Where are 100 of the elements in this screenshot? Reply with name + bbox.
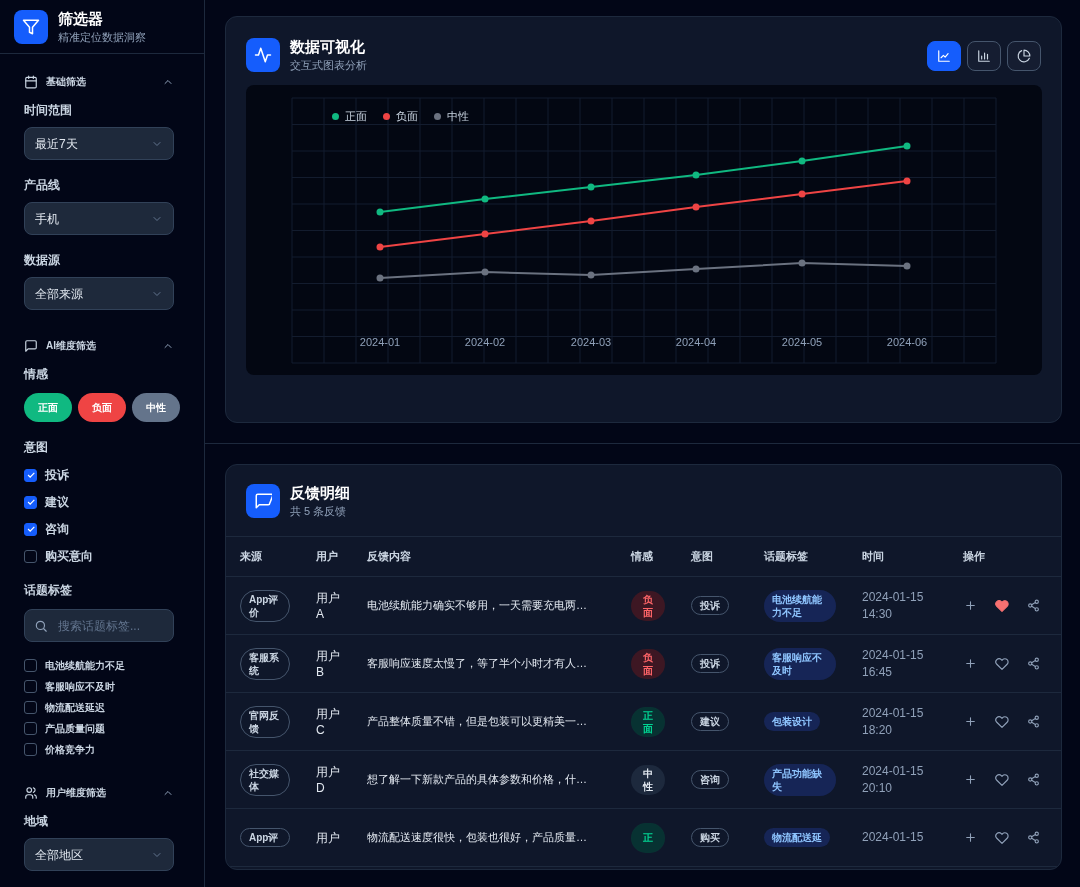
dropdown[interactable]: 全部来源 xyxy=(24,277,174,310)
checkbox[interactable] xyxy=(24,701,37,714)
topic-tag: 物流配送延 xyxy=(764,828,830,847)
sentiment-chip[interactable]: 中性 xyxy=(132,393,180,422)
line-chart-icon xyxy=(937,49,951,63)
plus-icon[interactable] xyxy=(963,656,978,671)
checkbox[interactable] xyxy=(24,549,37,563)
section-title: AI维度筛选 xyxy=(46,339,96,353)
column-header: 情感 xyxy=(631,549,654,565)
timestamp: 2024-01-15 14:30 xyxy=(862,588,925,623)
pie-chart-icon xyxy=(1017,49,1031,63)
field-label: 话题标签 xyxy=(24,582,73,599)
checkbox[interactable] xyxy=(24,495,37,509)
checkmark-icon xyxy=(25,524,36,534)
checkbox[interactable] xyxy=(24,468,37,482)
heart-icon[interactable] xyxy=(994,597,1010,614)
plus-icon[interactable] xyxy=(963,830,978,845)
checkbox-label: 价格竞争力 xyxy=(45,743,95,757)
sentiment-chip[interactable]: 负面 xyxy=(78,393,126,422)
section-title: 用户维度筛选 xyxy=(46,786,106,800)
bar-chart-button[interactable] xyxy=(967,41,1001,71)
column-header: 反馈内容 xyxy=(367,549,412,565)
dropdown[interactable]: 最近7天 xyxy=(24,127,174,160)
pie-chart-button[interactable] xyxy=(1007,41,1041,71)
timestamp: 2024-01-15 16:45 xyxy=(862,646,925,681)
heart-icon[interactable] xyxy=(994,771,1010,788)
axis-label: 2024-04 xyxy=(674,335,718,350)
checkmark-icon xyxy=(25,470,36,480)
panel-subtitle: 共 5 条反馈 xyxy=(290,503,348,519)
field-label: 情感 xyxy=(24,366,49,383)
panel-title: 反馈明细 xyxy=(290,482,350,503)
user-name: 用户A xyxy=(316,589,341,622)
topic-tag: 产品功能缺失 xyxy=(764,763,836,796)
section-title: 基础筛选 xyxy=(46,75,86,89)
timestamp: 2024-01-15 20:10 xyxy=(862,762,925,797)
axis-label: 2024-06 xyxy=(885,335,929,350)
users-icon xyxy=(24,785,38,800)
search-icon xyxy=(34,619,48,633)
checkbox-label: 投诉 xyxy=(45,467,69,484)
column-header: 来源 xyxy=(240,549,263,565)
checkbox[interactable] xyxy=(24,680,37,693)
timestamp: 2024-01-15 18:20 xyxy=(862,704,925,739)
user-name: 用户B xyxy=(316,647,341,680)
topic-tag: 包装设计 xyxy=(764,712,820,731)
field-label: 时间范围 xyxy=(24,102,73,119)
plus-icon[interactable] xyxy=(963,772,978,787)
sidebar-subtitle: 精准定位数据洞察 xyxy=(58,29,146,45)
feedback-text: 想了解一下新款产品的具体参数和价格，什… xyxy=(367,772,587,788)
legend-label: 正面 xyxy=(345,109,367,124)
field-label: 产品线 xyxy=(24,177,61,194)
checkbox[interactable] xyxy=(24,743,37,756)
line-chart-button[interactable] xyxy=(927,41,961,71)
sentiment-tag: 中性 xyxy=(631,764,665,795)
feedback-text: 电池续航能力确实不够用，一天需要充电两… xyxy=(367,598,587,614)
field-label: 数据源 xyxy=(24,252,61,269)
feedback-text: 物流配送速度很快，包装也很好，产品质量… xyxy=(367,830,587,846)
heart-icon[interactable] xyxy=(994,829,1010,846)
topic-tag: 客服响应不及时 xyxy=(764,647,836,680)
column-header: 用户 xyxy=(316,549,339,565)
sentiment-tag: 负面 xyxy=(631,590,665,621)
chat-bubble-icon xyxy=(24,338,38,353)
sidebar-title: 筛选器 xyxy=(58,8,104,29)
checkbox-label: 购买意向 xyxy=(45,548,93,565)
checkbox-label: 电池续航能力不足 xyxy=(45,659,125,673)
user-name: 用户 xyxy=(316,829,341,846)
dropdown[interactable]: 全部地区 xyxy=(24,838,174,871)
checkbox[interactable] xyxy=(24,722,37,735)
feedback-text: 客服响应速度太慢了，等了半个小时才有人… xyxy=(367,656,587,672)
dropdown[interactable]: 手机 xyxy=(24,202,174,235)
column-header: 操作 xyxy=(963,549,986,565)
checkbox-label: 咨询 xyxy=(45,521,69,538)
axis-label: 2024-03 xyxy=(569,335,613,350)
user-name: 用户C xyxy=(316,705,341,738)
share-icon[interactable] xyxy=(1026,656,1041,671)
checkbox-label: 客服响应不及时 xyxy=(45,680,115,694)
share-icon[interactable] xyxy=(1026,714,1041,729)
checkbox[interactable] xyxy=(24,659,37,672)
checkbox-label: 产品质量问题 xyxy=(45,722,105,736)
sentiment-tag: 正面 xyxy=(631,706,665,737)
panel-subtitle: 交互式图表分析 xyxy=(290,58,367,73)
plus-icon[interactable] xyxy=(963,714,978,729)
heart-icon[interactable] xyxy=(994,655,1010,672)
topic-tag: 电池续航能力不足 xyxy=(764,589,836,622)
axis-label: 2024-02 xyxy=(463,335,507,350)
share-icon[interactable] xyxy=(1026,830,1041,845)
checkbox[interactable] xyxy=(24,522,37,536)
calendar-icon xyxy=(24,74,38,89)
sentiment-tag: 负面 xyxy=(631,648,665,679)
column-header: 时间 xyxy=(862,549,885,565)
field-label: 意图 xyxy=(24,439,49,456)
heart-icon[interactable] xyxy=(994,713,1010,730)
share-icon[interactable] xyxy=(1026,598,1041,613)
timestamp: 2024-01-15 xyxy=(862,829,925,846)
plus-icon[interactable] xyxy=(963,598,978,613)
axis-label: 2024-05 xyxy=(780,335,824,350)
search-field[interactable]: 搜索话题标签... xyxy=(24,609,174,642)
panel-title: 数据可视化 xyxy=(290,37,366,57)
share-icon[interactable] xyxy=(1026,772,1041,787)
checkmark-icon xyxy=(25,497,36,507)
activity-icon xyxy=(246,38,280,72)
